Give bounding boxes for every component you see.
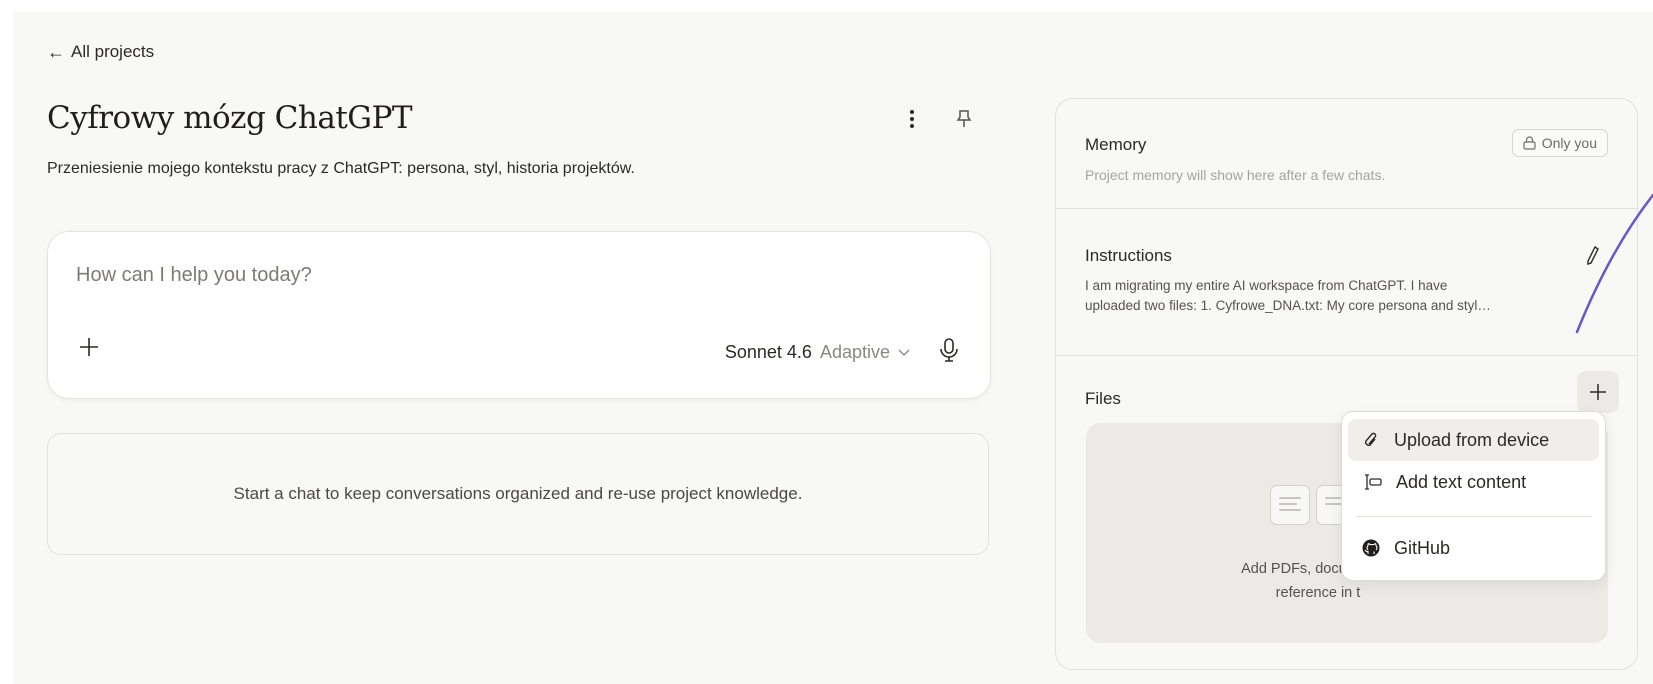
edit-instructions-button[interactable] bbox=[1582, 244, 1604, 266]
pencil-icon bbox=[1587, 245, 1599, 265]
menu-item-label: Add text content bbox=[1396, 471, 1527, 492]
instructions-line: uploaded two files: 1. Cyfrowe_DNA.txt: … bbox=[1085, 298, 1491, 313]
drop-zone-line: reference in t bbox=[1275, 585, 1361, 601]
vertical-dots-icon bbox=[910, 110, 914, 128]
menu-divider bbox=[1356, 516, 1592, 517]
more-options-button[interactable] bbox=[901, 108, 923, 130]
chat-composer: Sonnet 4.6 Adaptive bbox=[47, 231, 991, 399]
menu-item-label: GitHub bbox=[1394, 537, 1451, 558]
page-title: Cyfrowy mózg ChatGPT bbox=[47, 100, 413, 136]
menu-item-upload-from-device[interactable]: Upload from device bbox=[1348, 419, 1599, 461]
plus-icon bbox=[80, 338, 98, 356]
add-file-menu: Upload from device Add text content GitH… bbox=[1341, 411, 1606, 581]
back-to-all-projects-link[interactable]: ← All projects bbox=[47, 42, 154, 62]
model-name: Sonnet 4.6 bbox=[724, 342, 812, 362]
text-input-icon bbox=[1365, 474, 1382, 490]
empty-chats-text: Start a chat to keep conversations organ… bbox=[233, 484, 803, 503]
lock-icon bbox=[1523, 136, 1536, 150]
menu-item-label: Upload from device bbox=[1394, 429, 1550, 450]
voice-input-button[interactable] bbox=[938, 338, 960, 362]
back-link-label: All projects bbox=[71, 42, 155, 61]
instructions-preview: I am migrating my entire AI workspace fr… bbox=[1085, 276, 1610, 316]
menu-item-github[interactable]: GitHub bbox=[1348, 527, 1599, 569]
memory-title: Memory bbox=[1085, 135, 1147, 154]
menu-item-add-text-content[interactable]: Add text content bbox=[1348, 461, 1599, 503]
project-page: ← All projects Cyfrowy mózg ChatGPT Prze… bbox=[13, 12, 1653, 684]
microphone-icon bbox=[940, 338, 958, 362]
project-description: Przeniesienie mojego kontekstu pracy z C… bbox=[47, 160, 635, 177]
pin-button[interactable] bbox=[953, 108, 975, 130]
title-actions bbox=[901, 108, 975, 130]
model-mode: Adaptive bbox=[819, 342, 890, 362]
visibility-label: Only you bbox=[1541, 135, 1597, 151]
plus-icon bbox=[1590, 384, 1606, 400]
model-selector[interactable]: Sonnet 4.6 Adaptive bbox=[725, 342, 910, 363]
visibility-badge[interactable]: Only you bbox=[1511, 129, 1608, 157]
instructions-section[interactable]: Instructions I am migrating my entire AI… bbox=[1056, 210, 1637, 356]
arrow-left-icon: ← bbox=[47, 42, 65, 62]
memory-section: Memory Only you Project memory will show… bbox=[1056, 99, 1637, 209]
instructions-line: I am migrating my entire AI workspace fr… bbox=[1085, 278, 1448, 293]
chevron-down-icon bbox=[898, 349, 910, 356]
instructions-title: Instructions bbox=[1085, 246, 1172, 265]
chat-input[interactable] bbox=[76, 264, 936, 287]
github-icon bbox=[1362, 539, 1380, 557]
paperclip-icon bbox=[1365, 432, 1377, 446]
empty-chats-placeholder: Start a chat to keep conversations organ… bbox=[47, 433, 989, 555]
memory-hint: Project memory will show here after a fe… bbox=[1085, 167, 1386, 183]
add-file-button[interactable] bbox=[1577, 371, 1619, 413]
add-attachment-button[interactable] bbox=[78, 336, 100, 358]
files-title: Files bbox=[1085, 389, 1121, 408]
document-icon bbox=[1270, 485, 1310, 525]
project-side-panel: Memory Only you Project memory will show… bbox=[1055, 98, 1638, 670]
pin-icon bbox=[956, 110, 972, 127]
